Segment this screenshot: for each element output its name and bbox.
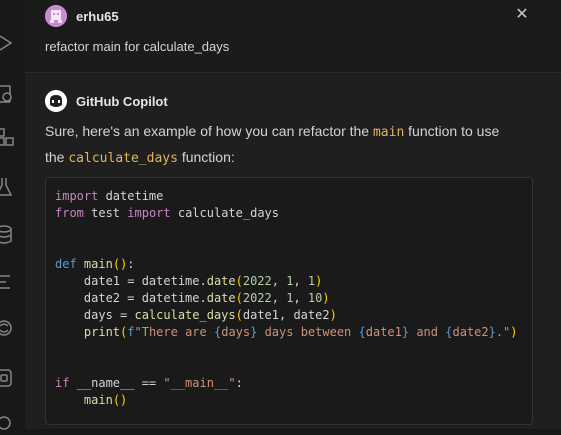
code-line: date2 = datetime.date(2022, 1, 10) <box>55 291 330 305</box>
response-text: Sure, here's an example of how you can r… <box>45 119 515 171</box>
copilot-chat-icon[interactable] <box>0 317 16 339</box>
outline-icon[interactable] <box>0 271 16 293</box>
run-debug-icon[interactable] <box>0 32 16 54</box>
user-avatar-icon <box>45 5 67 27</box>
code-line: date1 = datetime.date(2022, 1, 1) <box>55 274 323 288</box>
remote-explorer-icon[interactable] <box>0 84 16 106</box>
code-line: main() <box>83 393 128 407</box>
chat-request: erhu65 ✕ refactor main for calculate_day… <box>25 0 561 73</box>
copilot-name: GitHub Copilot <box>76 94 168 109</box>
inline-code-calculate-days: calculate_days <box>68 151 178 166</box>
copilot-icon <box>45 90 67 112</box>
user-name: erhu65 <box>76 9 119 24</box>
code-line: days = calculate_days(date1, date2) <box>55 308 337 322</box>
code-block[interactable]: import datetime from test import calcula… <box>45 177 533 425</box>
docker-icon[interactable] <box>0 367 16 389</box>
copilot-chat-panel: erhu65 ✕ refactor main for calculate_day… <box>25 0 561 429</box>
request-message: refactor main for calculate_days <box>45 39 230 54</box>
code-line: def main(): <box>55 257 135 271</box>
activity-bar <box>0 0 25 430</box>
response-text-before: Sure, here's an example of how you can r… <box>45 123 373 139</box>
database-icon[interactable] <box>0 224 16 246</box>
code-line: if __name__ == "__main__": <box>55 376 243 390</box>
close-icon[interactable]: ✕ <box>514 7 530 23</box>
accounts-icon[interactable] <box>0 413 16 435</box>
user-avatar <box>45 5 67 27</box>
code-line: print(f"There are {days} days between {d… <box>83 325 518 339</box>
response-text-after: function: <box>177 149 235 165</box>
code-content: import datetime from test import calcula… <box>55 188 518 409</box>
testing-icon[interactable] <box>0 176 16 198</box>
copilot-avatar <box>45 90 67 112</box>
inline-code-main: main <box>372 125 405 140</box>
code-line: from test import calculate_days <box>55 206 279 220</box>
extensions-icon[interactable] <box>0 126 16 148</box>
code-line: import datetime <box>55 189 164 203</box>
